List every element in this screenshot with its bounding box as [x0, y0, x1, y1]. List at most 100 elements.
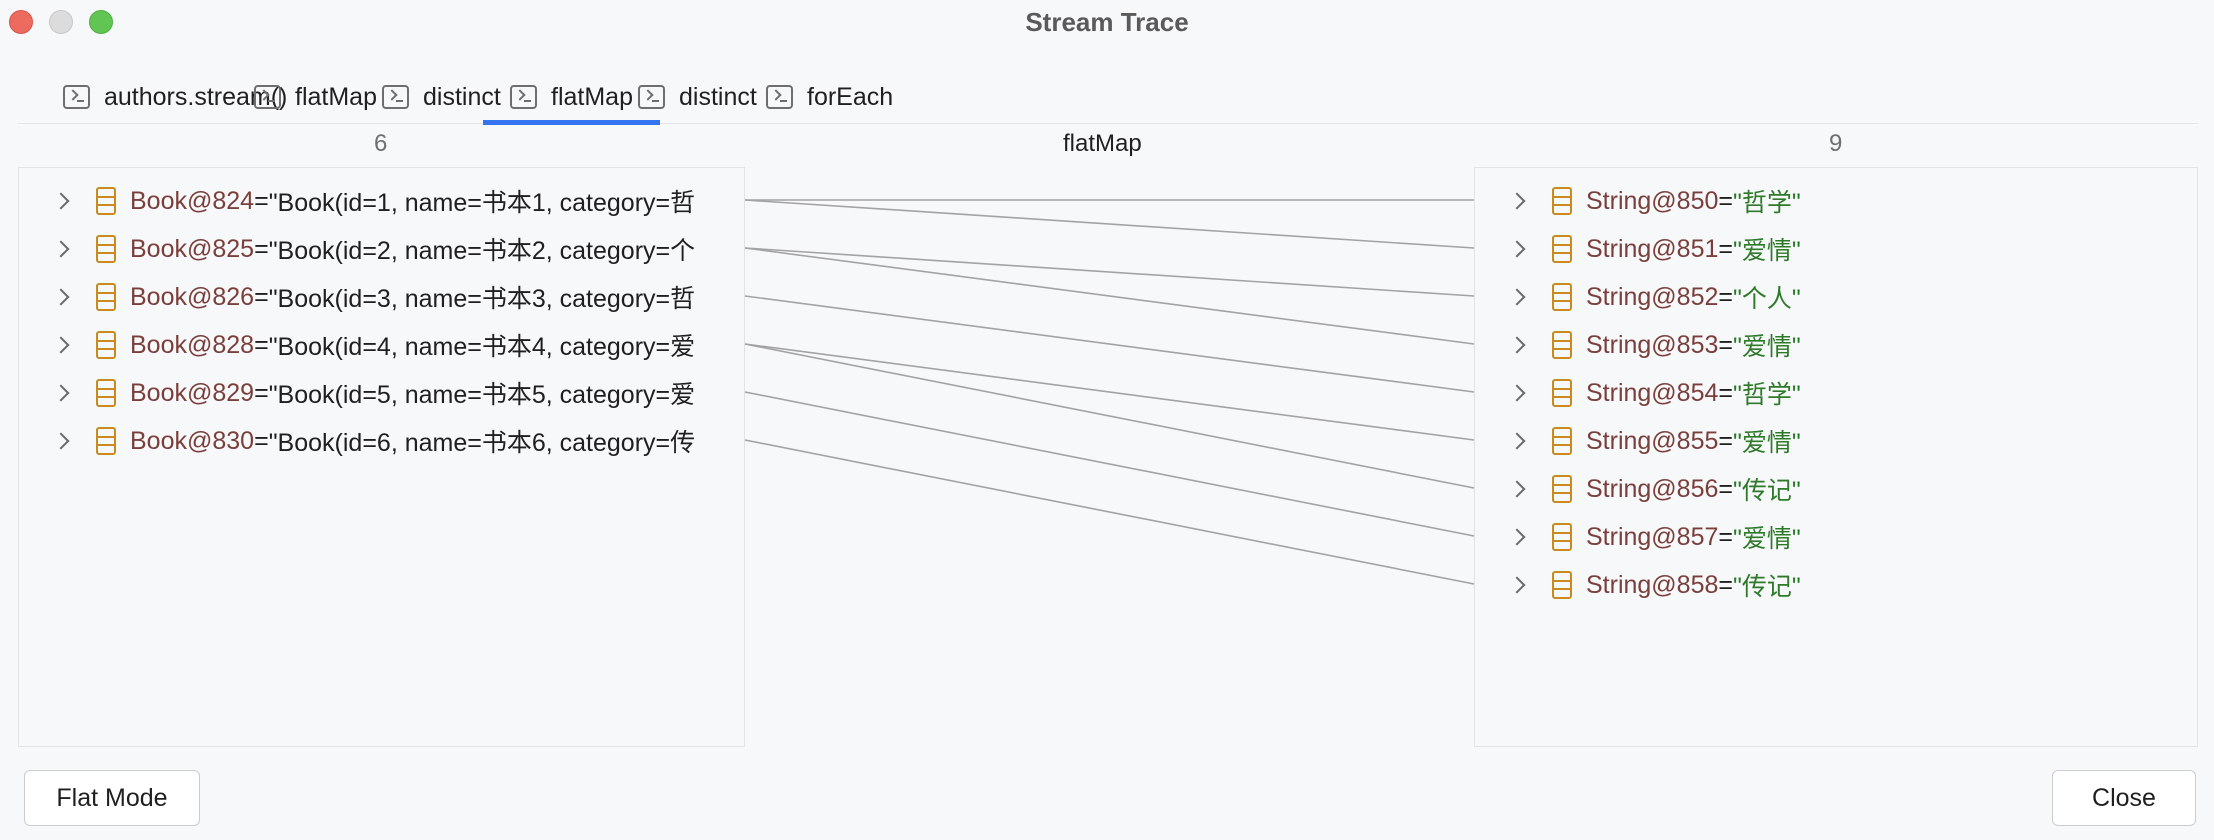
- object-name: Book@830: [130, 426, 255, 455]
- left-values-panel[interactable]: Book@824 = "Book(id=1, name=书本1, categor…: [18, 167, 745, 747]
- tab-distinct-1[interactable]: distinct: [382, 70, 501, 124]
- object-icon: [1552, 187, 1572, 215]
- equals-sign: =: [1718, 234, 1734, 263]
- object-name: Book@826: [130, 282, 255, 311]
- mapping-line: [744, 439, 1475, 585]
- mapping-line: [744, 343, 1475, 441]
- tab-flatmap-1[interactable]: flatMap: [254, 70, 377, 124]
- flat-mode-button[interactable]: Flat Mode: [24, 770, 200, 826]
- equals-sign: =: [254, 234, 269, 263]
- list-item[interactable]: String@858 = "传记": [1507, 561, 1801, 609]
- string-value: "爱情": [1733, 429, 1801, 457]
- chevron-right-icon[interactable]: [1508, 480, 1526, 498]
- tab-foreach[interactable]: forEach: [766, 70, 893, 124]
- chevron-right-icon[interactable]: [1508, 240, 1526, 258]
- list-item[interactable]: Book@829 = "Book(id=5, name=书本5, categor…: [51, 369, 695, 417]
- object-name: String@855: [1586, 426, 1719, 455]
- object-icon: [1552, 331, 1572, 359]
- object-icon: [96, 331, 116, 359]
- chevron-right-icon[interactable]: [1508, 528, 1526, 546]
- object-icon: [96, 187, 116, 215]
- object-value: "Book(id=2, name=书本2, category=个: [268, 237, 696, 265]
- object-icon: [96, 283, 116, 311]
- chevron-right-icon[interactable]: [1508, 192, 1526, 210]
- tab-label: distinct: [679, 82, 757, 111]
- object-name: Book@824: [130, 186, 255, 215]
- right-count: 9: [1829, 130, 1843, 157]
- object-icon: [96, 427, 116, 455]
- chevron-right-icon[interactable]: [52, 384, 70, 402]
- object-icon: [1552, 379, 1572, 407]
- chevron-right-icon[interactable]: [52, 336, 70, 354]
- object-value: "Book(id=6, name=书本6, category=传: [268, 429, 696, 457]
- string-value: "传记": [1733, 477, 1801, 505]
- terminal-icon: [254, 85, 281, 109]
- list-item[interactable]: String@856 = "传记": [1507, 465, 1801, 513]
- tab-distinct-2[interactable]: distinct: [638, 70, 757, 124]
- object-icon: [1552, 571, 1572, 599]
- equals-sign: =: [254, 378, 269, 407]
- chevron-right-icon[interactable]: [52, 192, 70, 210]
- object-icon: [1552, 235, 1572, 263]
- list-item[interactable]: Book@825 = "Book(id=2, name=书本2, categor…: [51, 225, 695, 273]
- stream-step-tabs: authors.stream() flatMap distinct flatMa…: [18, 70, 2198, 125]
- object-name: String@850: [1586, 186, 1719, 215]
- terminal-icon: [766, 85, 793, 109]
- tab-label: distinct: [423, 82, 501, 111]
- equals-sign: =: [1718, 186, 1734, 215]
- tab-label: forEach: [807, 82, 894, 111]
- list-item[interactable]: Book@828 = "Book(id=4, name=书本4, categor…: [51, 321, 695, 369]
- object-value: "Book(id=1, name=书本1, category=哲: [268, 189, 696, 217]
- object-icon: [1552, 427, 1572, 455]
- object-name: Book@825: [130, 234, 255, 263]
- list-item[interactable]: Book@830 = "Book(id=6, name=书本6, categor…: [51, 417, 695, 465]
- string-value: "爱情": [1733, 525, 1801, 553]
- mapping-line: [744, 247, 1475, 297]
- list-item[interactable]: String@853 = "爱情": [1507, 321, 1801, 369]
- object-value: "Book(id=5, name=书本5, category=爱: [268, 381, 696, 409]
- terminal-icon: [382, 85, 409, 109]
- right-values-panel[interactable]: String@850 = "哲学" String@851 = "爱情" Stri…: [1474, 167, 2198, 747]
- mapping-line: [744, 391, 1475, 537]
- object-value: "Book(id=3, name=书本3, category=哲: [268, 285, 696, 313]
- list-item[interactable]: String@851 = "爱情": [1507, 225, 1801, 273]
- string-value: "个人": [1733, 285, 1801, 313]
- list-item[interactable]: String@854 = "哲学": [1507, 369, 1801, 417]
- list-item[interactable]: String@852 = "个人": [1507, 273, 1801, 321]
- equals-sign: =: [254, 426, 269, 455]
- object-icon: [1552, 283, 1572, 311]
- chevron-right-icon[interactable]: [1508, 288, 1526, 306]
- list-item[interactable]: String@850 = "哲学": [1507, 177, 1801, 225]
- object-name: String@858: [1586, 570, 1719, 599]
- window-title: Stream Trace: [1025, 7, 1189, 37]
- list-item[interactable]: String@857 = "爱情": [1507, 513, 1801, 561]
- chevron-right-icon[interactable]: [1508, 384, 1526, 402]
- chevron-right-icon[interactable]: [1508, 576, 1526, 594]
- equals-sign: =: [1718, 330, 1734, 359]
- list-item[interactable]: String@855 = "爱情": [1507, 417, 1801, 465]
- tab-flatmap-2[interactable]: flatMap: [483, 70, 660, 125]
- equals-sign: =: [1718, 426, 1734, 455]
- object-name: String@857: [1586, 522, 1719, 551]
- equals-sign: =: [254, 330, 269, 359]
- object-name: String@854: [1586, 378, 1719, 407]
- string-value: "哲学": [1733, 189, 1801, 217]
- close-button[interactable]: Close: [2052, 770, 2196, 826]
- object-icon: [1552, 475, 1572, 503]
- chevron-right-icon[interactable]: [1508, 432, 1526, 450]
- chevron-right-icon[interactable]: [52, 240, 70, 258]
- object-name: String@852: [1586, 282, 1719, 311]
- object-name: Book@828: [130, 330, 255, 359]
- equals-sign: =: [1718, 282, 1734, 311]
- operation-label: flatMap: [1063, 130, 1142, 157]
- equals-sign: =: [254, 282, 269, 311]
- object-value: "Book(id=4, name=书本4, category=爱: [268, 333, 696, 361]
- chevron-right-icon[interactable]: [52, 432, 70, 450]
- chevron-right-icon[interactable]: [52, 288, 70, 306]
- list-item[interactable]: Book@824 = "Book(id=1, name=书本1, categor…: [51, 177, 695, 225]
- object-name: Book@829: [130, 378, 255, 407]
- object-icon: [1552, 523, 1572, 551]
- tab-label: flatMap: [551, 82, 633, 111]
- list-item[interactable]: Book@826 = "Book(id=3, name=书本3, categor…: [51, 273, 695, 321]
- chevron-right-icon[interactable]: [1508, 336, 1526, 354]
